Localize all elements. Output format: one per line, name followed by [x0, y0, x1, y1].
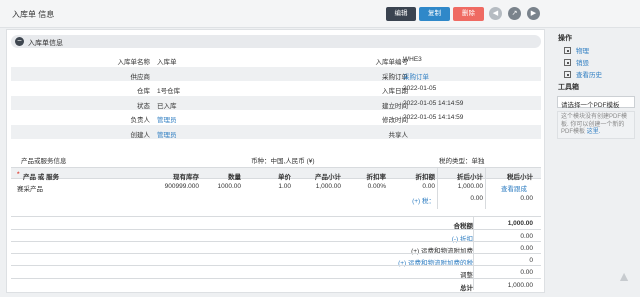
info-row: 负责人 管理员 修改时间 2022-01-05 14:14:59: [11, 110, 541, 125]
field-value: 入库单: [157, 59, 177, 66]
rocket-icon[interactable]: ▲: [617, 268, 631, 288]
owner-link[interactable]: 管理员: [157, 114, 177, 124]
adjust-label: 调整: [460, 271, 473, 279]
column-divider: [485, 167, 486, 209]
total-label: 总计: [460, 284, 473, 292]
action-item[interactable]: 销毁: [564, 57, 589, 67]
stock-value: 900999.000: [164, 183, 199, 190]
action-item[interactable]: 物理: [564, 45, 589, 55]
field-value: 2022-01-05: [403, 85, 437, 92]
delete-button[interactable]: 删除: [453, 7, 484, 21]
discount-rate-value: 0.00%: [367, 183, 386, 190]
info-row: 状态 已入库 建立时间 2022-01-05 14:14:59: [11, 95, 541, 110]
field-label: 状态: [137, 102, 150, 110]
jump-record-icon[interactable]: ↗: [508, 7, 521, 20]
field-label: 仓库: [137, 88, 150, 95]
template-note: 这个模块没有创建PDF模板. 你可以创建一个新的PDF模板 这里.: [557, 111, 635, 139]
qty-value: 1000.00: [217, 183, 242, 190]
info-row: 创建人 管理员 共享人: [11, 124, 541, 139]
currency-label: 币种：中国,人民币 (¥): [251, 158, 315, 165]
totals-row: 总计 1,000.00: [11, 278, 541, 292]
discount-value: 0.00: [422, 183, 435, 190]
field-label: 供应商: [130, 73, 151, 81]
field-label: 共享人: [388, 131, 409, 139]
collapse-icon[interactable]: −: [15, 37, 24, 46]
history-icon: [564, 71, 571, 78]
tax-row: (+) 税： 0.00 0.00: [11, 192, 541, 205]
field-value: 已入库: [157, 102, 177, 110]
totals-row: 合税额 1,000.00: [11, 216, 541, 230]
action-label: 销毁: [576, 60, 589, 67]
adjust-value: 0.00: [520, 268, 533, 276]
action-icon: [564, 47, 571, 54]
totals-row: (+) 运费和物流附加费的税 0: [11, 253, 541, 267]
sidebar: 操作 物理 销毁 查看历史 工具箱 请选择一个PDF模板 这个模块没有创建PDF…: [553, 29, 637, 293]
actions-title: 操作: [558, 35, 572, 42]
discount-total: 0.00: [520, 232, 533, 240]
total-value: 1,000.00: [507, 281, 533, 289]
products-table-header: * 产品 或 服务 现有库存 数量 单价 产品小计 折扣率 折扣额 折后小计 税…: [11, 167, 541, 181]
copy-button[interactable]: 复制: [419, 7, 450, 21]
products-title: 产品或服务信息: [21, 158, 67, 165]
products-header: 产品或服务信息 币种：中国,人民币 (¥) 税的类型：单独: [11, 151, 541, 165]
tax-type-label: 税的类型：单独: [439, 158, 485, 165]
field-value: 1号仓库: [157, 88, 181, 95]
field-value: 2022-01-05 14:14:59: [403, 114, 464, 121]
next-record-icon[interactable]: ▶: [527, 7, 540, 20]
totals-row: (+) 运费和物流附加费 0.00: [11, 241, 541, 255]
tax-link[interactable]: (+) 税：: [391, 195, 435, 205]
action-icon: [564, 59, 571, 66]
field-value: WHE3: [403, 56, 422, 63]
view-history-item[interactable]: 查看历史: [564, 69, 602, 79]
info-row: 仓库 1号仓库 入库日期 2022-01-05: [11, 81, 541, 96]
template-create-link[interactable]: 这里.: [587, 129, 601, 135]
info-row: 入库单名称 入库单 入库单编号 WHE3: [11, 52, 541, 67]
required-mark: *: [17, 171, 20, 178]
main-panel: − 入库单信息 入库单名称 入库单 入库单编号 WHE3 供应商 采购订单 采购…: [6, 29, 545, 293]
action-label: 物理: [576, 48, 589, 55]
shipping-value: 0.00: [520, 244, 533, 252]
price-value: 1.00: [278, 183, 291, 190]
pdf-template-select[interactable]: 请选择一个PDF模板: [557, 96, 635, 109]
pre-tax-value: 1,000.00: [507, 219, 533, 227]
totals-row: (-) 折扣 0.00: [11, 229, 541, 243]
info-row: 供应商 采购订单 采购订单: [11, 66, 541, 81]
previous-record-icon[interactable]: ◀: [489, 7, 502, 20]
column-divider: [473, 216, 474, 290]
field-value: 2022-01-05 14:14:59: [403, 99, 464, 107]
section-title: 入库单信息: [28, 39, 63, 47]
subtotal-value: 1,000.00: [315, 183, 341, 190]
toolbox-title: 工具箱: [558, 84, 579, 91]
edit-button[interactable]: 编辑: [386, 7, 416, 21]
top-bar: 入库单 信息 编辑 复制 删除 ◀ ↗ ▶: [0, 0, 640, 28]
totals-row: 调整 0.00: [11, 265, 541, 279]
tax-amount: 0.00: [470, 195, 483, 202]
section-header[interactable]: − 入库单信息: [11, 35, 541, 48]
purchase-order-link[interactable]: 采购订单: [403, 71, 429, 81]
field-label: 创建人: [130, 131, 151, 139]
field-label: 入库单名称: [117, 59, 151, 66]
after-discount-value: 1,000.00: [457, 183, 483, 190]
pre-tax-label: 合税额: [453, 222, 474, 230]
tax-total: 0.00: [520, 195, 533, 202]
column-divider: [437, 167, 438, 209]
action-label: 查看历史: [576, 72, 602, 79]
page-title: 入库单 信息: [12, 10, 55, 19]
field-label: 负责人: [130, 117, 151, 124]
shipping-tax-value: 0: [529, 256, 533, 264]
creator-link[interactable]: 管理员: [157, 129, 177, 139]
table-row: 赛采产品 900999.000 1000.00 1.00 1,000.00 0.…: [11, 180, 541, 193]
